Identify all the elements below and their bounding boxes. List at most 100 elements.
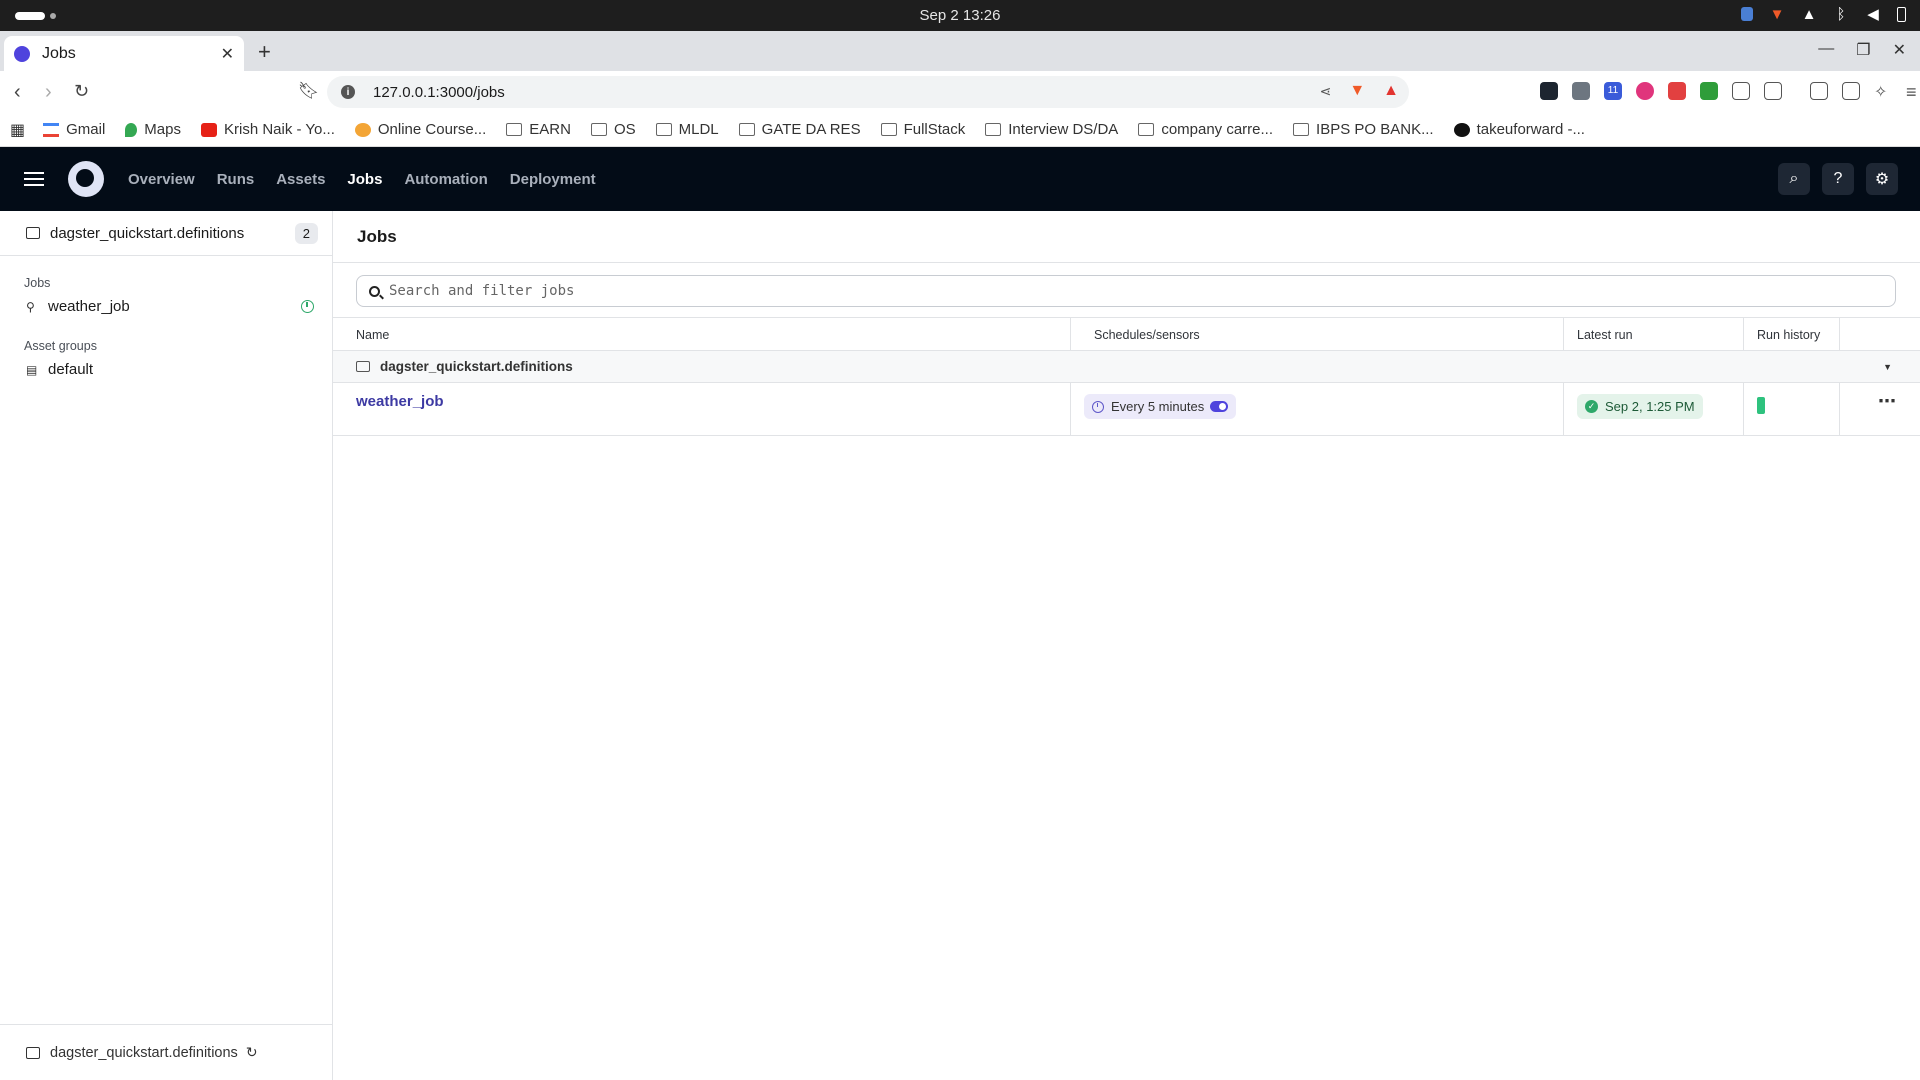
new-tab-icon[interactable]: + xyxy=(258,39,271,65)
more-actions-icon[interactable]: ⋯ xyxy=(1878,391,1897,411)
extension-badge-icon[interactable]: 11 xyxy=(1604,82,1622,100)
record-extension-icon[interactable] xyxy=(1668,82,1686,100)
sidebar-footer[interactable]: dagster_quickstart.definitions ↻ xyxy=(0,1024,333,1080)
bookmark-os[interactable]: OS xyxy=(590,121,636,138)
brave-shields-icon[interactable]: ▼ xyxy=(1349,82,1365,100)
bookmark-mldl[interactable]: MLDL xyxy=(655,121,719,138)
bookmark-ibps-po-bank[interactable]: IBPS PO BANK... xyxy=(1293,121,1434,138)
bluetooth-icon[interactable]: ᛒ xyxy=(1833,6,1849,23)
screen-extension-icon[interactable] xyxy=(1572,82,1590,100)
success-check-icon: ✓ xyxy=(1585,400,1598,413)
bookmark-icon[interactable]: 🔖︎ xyxy=(298,81,320,101)
reload-icon[interactable]: ↻ xyxy=(74,81,89,102)
bookmark-company-carre[interactable]: company carre... xyxy=(1138,121,1273,138)
job-link-weather-job[interactable]: weather_job xyxy=(356,393,444,410)
sidebar-item-weather-job[interactable]: ⚲ weather_job xyxy=(0,290,332,319)
minimize-icon[interactable]: — xyxy=(1818,40,1834,60)
dagster-logo[interactable] xyxy=(68,161,104,197)
latest-run-cell: ✓ Sep 2, 1:25 PM xyxy=(1564,383,1744,435)
search-icon: ⌕ xyxy=(1789,170,1799,187)
brave-rewards-icon[interactable]: ▲ xyxy=(1383,82,1399,100)
react-devtools-icon[interactable] xyxy=(1540,82,1558,100)
sidebar-item-default[interactable]: ▤ default xyxy=(0,353,332,382)
url-text[interactable]: 127.0.0.1:3000/jobs xyxy=(373,84,505,101)
column-header-actions xyxy=(1840,318,1920,350)
code-location-header[interactable]: dagster_quickstart.definitions 2 xyxy=(0,211,332,256)
course-icon xyxy=(354,122,371,137)
bookmark-fullstack[interactable]: FullStack xyxy=(880,121,965,138)
help-icon: ? xyxy=(1833,170,1843,187)
brave-tray-icon[interactable]: ▼ xyxy=(1769,6,1785,23)
actions-cell: ⋯ xyxy=(1840,383,1920,435)
media-extension-icon[interactable] xyxy=(1636,82,1654,100)
nav-jobs[interactable]: Jobs xyxy=(347,171,382,188)
reload-location-icon[interactable]: ↻ xyxy=(246,1044,258,1061)
screenshot-extension-icon[interactable] xyxy=(1764,82,1782,100)
browser-menu-icon[interactable]: ≡ xyxy=(1906,82,1920,102)
extensions-puzzle-icon[interactable] xyxy=(1732,82,1750,100)
leo-ai-icon[interactable]: ✧ xyxy=(1874,82,1892,101)
folder-icon xyxy=(356,361,370,372)
share-icon[interactable]: ⋖ xyxy=(1320,83,1332,100)
wallet-icon[interactable] xyxy=(1842,82,1860,100)
nav-runs[interactable]: Runs xyxy=(217,171,255,188)
schedule-toggle[interactable] xyxy=(1210,401,1229,412)
browser-tab-jobs[interactable]: Jobs ✕ xyxy=(4,36,244,71)
menu-icon[interactable] xyxy=(24,172,44,186)
nav-overview[interactable]: Overview xyxy=(128,171,195,188)
close-tab-icon[interactable]: ✕ xyxy=(221,44,234,64)
jobs-section-heading: Jobs xyxy=(24,276,51,290)
chevron-down-icon[interactable]: ▼ xyxy=(1883,362,1892,372)
folder-icon xyxy=(26,227,40,239)
settings-button[interactable]: ⚙ xyxy=(1866,163,1898,195)
site-info-icon[interactable]: i xyxy=(341,85,355,99)
jobs-table: Name Schedules/sensors Latest run Run hi… xyxy=(333,318,1920,436)
nav-automation[interactable]: Automation xyxy=(404,171,487,188)
nav-deployment[interactable]: Deployment xyxy=(510,171,596,188)
help-button[interactable]: ? xyxy=(1822,163,1854,195)
bookmark-gate-da-res[interactable]: GATE DA RES xyxy=(738,121,861,138)
tuf-icon xyxy=(1453,122,1470,137)
code-location-name: dagster_quickstart.definitions xyxy=(50,224,245,242)
code-location-group-row[interactable]: dagster_quickstart.definitions ▼ xyxy=(333,351,1920,383)
schedule-clock-icon[interactable] xyxy=(301,300,314,313)
apps-grid-icon[interactable]: ▦ xyxy=(10,120,25,140)
wifi-icon[interactable]: ▲ xyxy=(1801,6,1817,23)
search-box[interactable] xyxy=(356,275,1896,307)
schedule-tag[interactable]: Every 5 minutes xyxy=(1084,394,1237,419)
search-button[interactable]: ⌕ xyxy=(1778,163,1810,195)
asset-groups-section-heading: Asset groups xyxy=(24,339,97,353)
system-tray[interactable]: ▼ ▲ ᛒ ◀ xyxy=(1741,6,1906,23)
sidebar-item-label: default xyxy=(48,361,94,378)
footer-location-name: dagster_quickstart.definitions xyxy=(50,1044,238,1061)
gear-icon: ⚙ xyxy=(1874,171,1890,188)
page-title: Jobs xyxy=(333,211,1920,263)
sidebar-toggle-icon[interactable] xyxy=(1810,82,1828,100)
back-icon[interactable]: ‹ xyxy=(14,81,21,104)
bookmark-online-course[interactable]: Online Course... xyxy=(354,121,486,138)
run-history-success-bar[interactable] xyxy=(1757,397,1765,414)
bookmark-takeuforward[interactable]: takeuforward -... xyxy=(1453,121,1585,138)
bookmark-maps[interactable]: Maps xyxy=(125,121,181,138)
close-window-icon[interactable]: ✕ xyxy=(1893,40,1906,60)
download-extension-icon[interactable] xyxy=(1700,82,1718,100)
bookmark-krish-naik[interactable]: Krish Naik - Yo... xyxy=(200,121,335,138)
bluetooth-app-icon[interactable] xyxy=(1741,7,1753,21)
bookmark-interview-ds-da[interactable]: Interview DS/DA xyxy=(985,121,1118,138)
clock-icon xyxy=(1092,400,1104,413)
restore-icon[interactable]: ❐ xyxy=(1856,40,1870,60)
bookmark-earn[interactable]: EARN xyxy=(506,121,571,138)
volume-icon[interactable]: ◀ xyxy=(1865,6,1881,23)
app-header: Overview Runs Assets Jobs Automation Dep… xyxy=(0,147,1920,211)
search-input[interactable] xyxy=(389,283,1789,299)
battery-icon[interactable] xyxy=(1897,6,1906,22)
bookmark-gmail[interactable]: Gmail xyxy=(43,121,105,138)
latest-run-tag[interactable]: ✓ Sep 2, 1:25 PM xyxy=(1577,394,1703,419)
asset-group-icon: ▤ xyxy=(26,362,38,377)
nav-assets[interactable]: Assets xyxy=(276,171,325,188)
forward-icon[interactable]: › xyxy=(45,81,52,104)
os-clock[interactable]: Sep 2 13:26 xyxy=(0,7,1920,24)
maps-icon xyxy=(125,122,138,137)
search-icon xyxy=(369,285,380,297)
address-bar[interactable]: i 127.0.0.1:3000/jobs ⋖ ▼ ▲ xyxy=(327,76,1409,108)
